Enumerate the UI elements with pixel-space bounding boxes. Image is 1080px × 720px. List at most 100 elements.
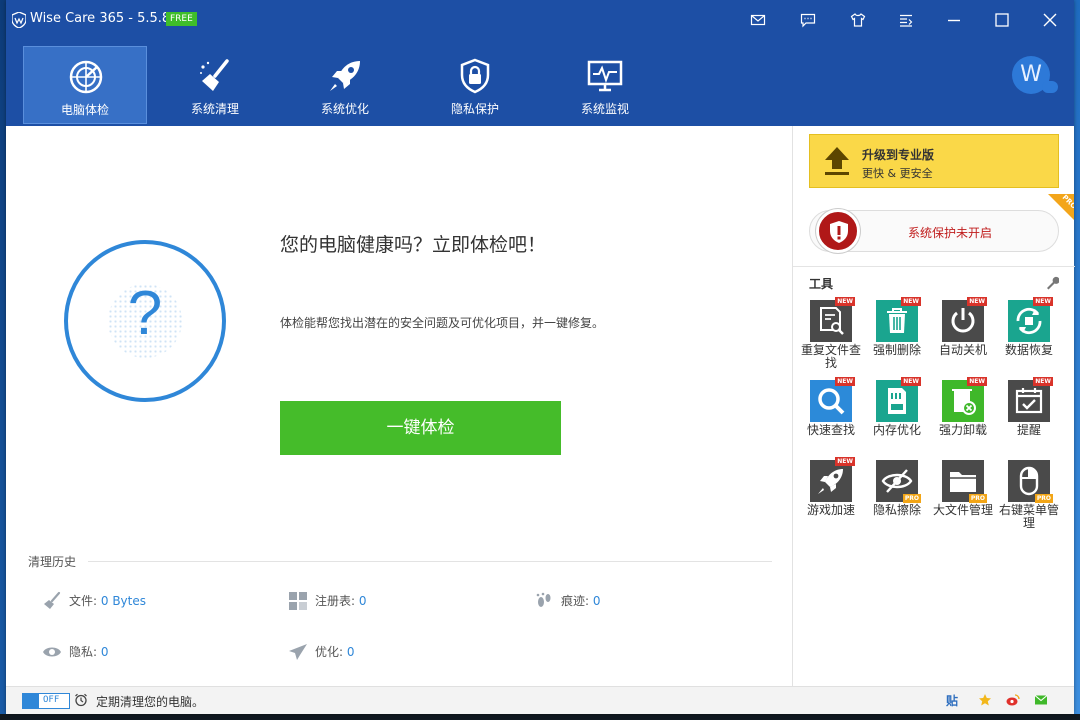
wrench-icon[interactable]: [1045, 276, 1059, 290]
nav-item-privacy-protect[interactable]: 隐私保护: [413, 46, 537, 124]
history-traces: 痕迹: 0: [534, 592, 734, 610]
uninstall-icon: [942, 380, 984, 422]
history-value: 0: [346, 645, 355, 659]
history-label: 优化:: [315, 645, 344, 659]
feedback-button[interactable]: [796, 8, 820, 32]
menu-icon: [900, 14, 913, 27]
menu-button[interactable]: [894, 8, 918, 32]
tool-force-uninstall[interactable]: NEW 强力卸载: [933, 377, 993, 437]
status-bar: OFF 定期清理您的电脑。 贴: [6, 686, 1074, 714]
magnifier-icon: [810, 380, 852, 422]
main-nav: 电脑体检 系统清理 系统优化 隐私保护 系统监视 W: [6, 40, 1074, 126]
maximize-button[interactable]: [990, 8, 1014, 32]
one-click-checkup-button[interactable]: 一键体检: [280, 401, 561, 455]
user-avatar[interactable]: W: [1012, 56, 1058, 94]
tool-label: 游戏加速: [806, 503, 855, 517]
upload-arrow-icon: [825, 147, 849, 175]
star-icon[interactable]: [978, 693, 992, 707]
new-tag: NEW: [967, 377, 987, 386]
upgrade-pro-banner[interactable]: 升级到专业版 更快 & 更安全: [809, 134, 1059, 188]
nav-item-pc-checkup[interactable]: 电脑体检: [23, 46, 147, 124]
checkup-headline: 您的电脑健康吗？立即体检吧！: [280, 234, 547, 256]
feedback-icon: [800, 13, 816, 28]
pro-tag: PRO: [1034, 494, 1053, 503]
app-window: Wise Care 365 - 5.5.8 FREE 电脑体检 系统清理 系统优…: [6, 0, 1075, 714]
tool-game-boost[interactable]: NEW 游戏加速: [801, 457, 861, 517]
close-icon: [1043, 13, 1057, 27]
recovery-icon: [1008, 300, 1050, 342]
power-icon: [942, 300, 984, 342]
weibo-icon[interactable]: [1006, 693, 1020, 707]
rocket-icon: [330, 61, 360, 91]
paper-plane-icon: [289, 644, 307, 660]
free-badge: FREE: [166, 12, 197, 26]
new-tag: NEW: [901, 377, 921, 386]
history-optimize: 优化: 0: [288, 643, 488, 661]
clean-history-title: 清理历史: [28, 555, 77, 569]
pro-corner-label: PRO: [1060, 194, 1074, 211]
registry-icon: [289, 592, 307, 610]
minimize-button[interactable]: [942, 8, 966, 32]
maximize-icon: [995, 13, 1009, 27]
skin-icon: [850, 13, 866, 27]
divider: [88, 561, 772, 562]
schedule-clean-text: 定期清理您的电脑。: [96, 695, 205, 709]
system-protection-status[interactable]: 系统保护未开启: [809, 209, 1059, 253]
toggle-knob: [23, 694, 39, 708]
app-title: Wise Care 365 - 5.5.8: [30, 11, 171, 26]
mail-button[interactable]: [746, 8, 770, 32]
close-button[interactable]: [1038, 8, 1062, 32]
nav-label: 系统优化: [320, 102, 369, 116]
memory-card-icon: [876, 380, 918, 422]
history-value: 0: [100, 645, 109, 659]
schedule-clean-toggle[interactable]: OFF: [22, 693, 70, 709]
checkup-panel: ? 您的电脑健康吗？立即体检吧！ 体检能帮您找出潜在的安全问题及可优化项目，并一…: [6, 126, 792, 686]
tool-context-menu-manager[interactable]: PRO 右键菜单管理: [999, 460, 1059, 530]
tool-memory-optimize[interactable]: NEW 内存优化: [867, 377, 927, 437]
tool-reminder[interactable]: NEW 提醒: [999, 377, 1059, 437]
trash-icon: [876, 300, 918, 342]
tool-duplicate-finder[interactable]: NEW 重复文件查找: [801, 297, 862, 370]
new-tag: NEW: [835, 297, 855, 306]
footprint-icon: [536, 592, 551, 607]
history-label: 痕迹:: [561, 594, 590, 608]
tool-quick-search[interactable]: NEW 快速查找: [801, 377, 861, 437]
history-label: 文件:: [69, 594, 98, 608]
pro-tag: PRO: [902, 494, 921, 503]
rocket-icon: [810, 460, 852, 502]
new-tag: NEW: [1033, 297, 1053, 306]
history-value: 0: [358, 594, 367, 608]
tool-auto-shutdown[interactable]: NEW 自动关机: [933, 297, 993, 357]
tool-label: 隐私擦除: [872, 503, 921, 517]
tool-label: 大文件管理: [933, 503, 994, 517]
nav-item-system-clean[interactable]: 系统清理: [153, 46, 277, 124]
side-panel: 升级到专业版 更快 & 更安全 PRO 系统保护未开启 工具 NEW 重复文件查…: [792, 126, 1075, 686]
message-icon[interactable]: [1034, 693, 1048, 707]
tool-large-file-manager[interactable]: PRO 大文件管理: [933, 460, 993, 517]
upgrade-subtitle: 更快 & 更安全: [862, 167, 933, 180]
checkup-description: 体检能帮您找出潜在的安全问题及可优化项目，并一键修复。: [280, 316, 605, 330]
broom-icon: [200, 59, 229, 91]
nav-item-system-optimize[interactable]: 系统优化: [283, 46, 407, 124]
nav-label: 系统监视: [580, 102, 629, 116]
tool-label: 重复文件查找: [801, 343, 862, 370]
nav-item-system-monitor[interactable]: 系统监视: [543, 46, 667, 124]
tool-data-recovery[interactable]: NEW 数据恢复: [999, 297, 1059, 357]
history-value: 0: [592, 594, 601, 608]
tool-privacy-erase[interactable]: PRO 隐私擦除: [867, 460, 927, 517]
taskbar: [0, 714, 1080, 720]
history-value: 0 Bytes: [100, 594, 146, 608]
tool-label: 强力卸载: [938, 423, 987, 437]
tool-force-delete[interactable]: NEW 强制删除: [867, 297, 927, 357]
new-tag: NEW: [835, 457, 855, 466]
pro-tag: PRO: [968, 494, 987, 503]
alarm-clock-icon: [75, 693, 87, 707]
tools-title: 工具: [809, 277, 834, 291]
tool-label: 数据恢复: [1004, 343, 1053, 357]
history-label: 注册表:: [315, 594, 356, 608]
lock-shield-icon: [460, 58, 490, 94]
nav-label: 隐私保护: [450, 102, 499, 116]
new-tag: NEW: [1033, 377, 1053, 386]
question-mark-icon: ?: [127, 279, 163, 348]
skin-button[interactable]: [846, 8, 870, 32]
